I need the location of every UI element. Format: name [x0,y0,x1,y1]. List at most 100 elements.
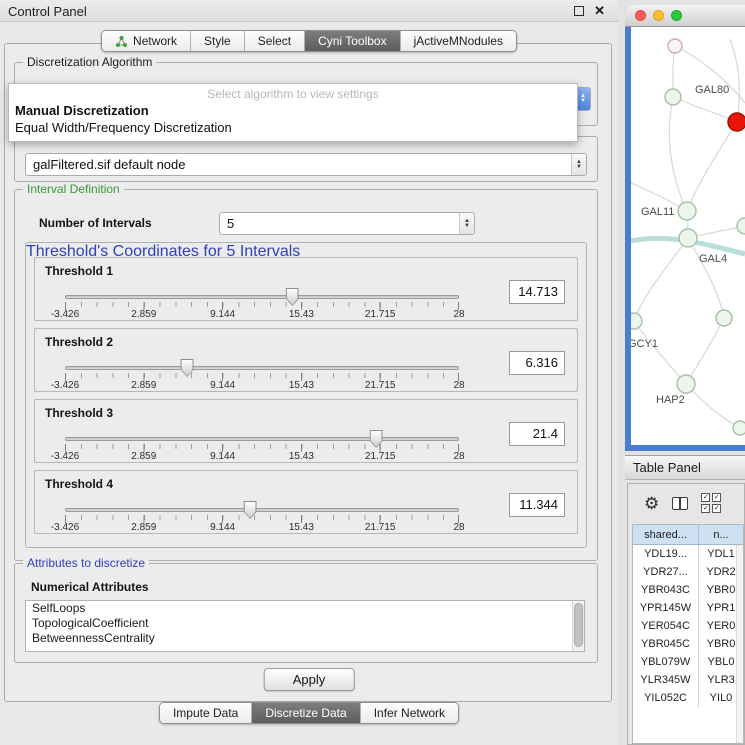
table-row[interactable]: YBR043C YBR0 [633,581,743,599]
popup-option-equal-width[interactable]: Equal Width/Frequency Discretization [9,119,577,136]
network-node[interactable] [733,421,745,435]
tick-label: 28 [453,522,464,533]
network-node[interactable] [716,310,732,326]
list-item[interactable]: SelfLoops [26,601,584,616]
tab-jactivemnodules[interactable]: jActiveMNodules [400,31,516,51]
thresholds-stack: Threshold 1 -3.426 2.859 9.144 15.43 [26,257,586,541]
column-header-shared-name[interactable]: shared... [633,525,699,544]
threshold-label: Threshold 4 [45,477,113,491]
table-data-group: Table Data galFiltered.sif default node … [14,136,598,182]
network-window-titlebar[interactable] [625,5,745,27]
column-header-name[interactable]: n... [699,525,743,544]
list-item[interactable]: TopologicalCoefficient [26,616,584,631]
table-row[interactable]: YIL052C YIL0 [633,689,743,707]
network-node-gal4[interactable] [679,229,697,247]
slider-tick-labels: -3.426 2.859 9.144 15.43 21.715 28 [65,451,459,463]
table-row[interactable]: YDL19... YDL1 [633,545,743,563]
threshold-3-slider[interactable]: -3.426 2.859 9.144 15.43 21.715 28 [65,432,459,462]
slider-track[interactable] [65,366,459,370]
tick-label: 2.859 [131,309,156,320]
network-node-selected[interactable] [728,113,745,131]
tab-infer-network[interactable]: Infer Network [360,703,458,723]
gear-icon[interactable]: ⚙ [644,495,659,512]
tab-label: Network [133,34,177,48]
threshold-4-value-field[interactable]: 11.344 [509,493,565,517]
tab-label: Style [204,34,231,48]
tab-style[interactable]: Style [190,31,244,51]
attributes-list[interactable]: SelfLoops TopologicalCoefficient Between… [25,600,585,652]
tick-label: 21.715 [365,522,396,533]
table-row[interactable]: YLR345W YLR3 [633,671,743,689]
apply-button[interactable]: Apply [264,668,355,691]
threshold-2-panel: Threshold 2 -3.426 2.859 9.144 15.43 [34,328,578,392]
network-node[interactable] [737,218,745,234]
node-label: HAP2 [656,394,685,406]
float-window-icon[interactable] [574,6,584,16]
tab-impute-data[interactable]: Impute Data [160,703,251,723]
thresholds-group: Threshold's Coordinates for 5 Intervals … [25,242,587,548]
popup-option-manual-discretization[interactable]: Manual Discretization [9,102,577,119]
scrollbar-thumb[interactable] [574,603,583,647]
group-legend: Discretization Algorithm [23,55,156,69]
table-row[interactable]: YPR145W YPR1 [633,599,743,617]
select-columns-icon[interactable]: ✓ ✓ ✓ ✓ [701,493,721,513]
slider-track[interactable] [65,437,459,441]
tab-label: Infer Network [374,706,445,720]
tab-label: Select [258,34,291,48]
panel-title: Control Panel [8,4,87,19]
threshold-3-value-field[interactable]: 21.4 [509,422,565,446]
slider-tick-labels: -3.426 2.859 9.144 15.43 21.715 28 [65,522,459,534]
interval-definition-group: Interval Definition Number of Intervals … [14,189,598,561]
tick-label: 15.43 [289,522,314,533]
checkbox-icon: ✓ [701,504,710,513]
network-edge [686,318,724,384]
tab-discretize-data[interactable]: Discretize Data [251,703,359,723]
tab-cyni-toolbox[interactable]: Cyni Toolbox [304,31,399,51]
table-row[interactable]: YBR045C YBR0 [633,635,743,653]
network-node-gcy1[interactable] [631,313,642,329]
slider-track[interactable] [65,508,459,512]
threshold-2-slider[interactable]: -3.426 2.859 9.144 15.43 21.715 28 [65,361,459,391]
tab-select[interactable]: Select [244,31,304,51]
window-minimize-light[interactable] [653,10,664,21]
tick-label: 21.715 [365,380,396,391]
threshold-4-slider[interactable]: -3.426 2.859 9.144 15.43 21.715 28 [65,503,459,533]
tick-label: 9.144 [210,522,235,533]
table-vertical-scrollbar[interactable] [736,545,743,743]
table-row[interactable]: YBL079W YBL0 [633,653,743,671]
network-canvas[interactable]: GAL80 GAL11 GAL4 GCY1 HAP2 [631,27,745,445]
attributes-group: Attributes to discretize Numerical Attri… [14,563,598,663]
table-data-combobox[interactable]: galFiltered.sif default node ▲▼ [25,153,587,176]
threshold-2-value-field[interactable]: 6.316 [509,351,565,375]
number-of-intervals-combobox[interactable]: 5 ▲▼ [219,212,475,235]
list-scrollbar[interactable] [572,601,584,651]
tick-label: 28 [453,309,464,320]
columns-icon[interactable] [672,497,688,510]
node-table: shared... n... YDL19... YDL1 YDR27... YD… [632,524,744,744]
network-node[interactable] [668,39,682,53]
network-node-gal11[interactable] [678,202,696,220]
close-icon[interactable]: ✕ [594,3,605,19]
network-node-hap2[interactable] [677,375,695,393]
table-row[interactable]: YER054C YER0 [633,617,743,635]
threshold-1-slider[interactable]: -3.426 2.859 9.144 15.43 21.715 28 [65,290,459,320]
table-header-row: shared... n... [633,525,743,545]
slider-tick-labels: -3.426 2.859 9.144 15.43 21.715 28 [65,309,459,321]
window-close-light[interactable] [635,10,646,21]
list-item[interactable]: BetweennessCentrality [26,631,584,646]
control-panel: Control Panel ✕ Network [0,0,618,745]
window-zoom-light[interactable] [671,10,682,21]
threshold-label: Threshold 2 [45,335,113,349]
combo-stepper-icon: ▲▼ [459,213,474,234]
tab-network[interactable]: Network [102,31,190,51]
tick-label: -3.426 [51,522,79,533]
tick-label: 2.859 [131,451,156,462]
network-edge [634,321,686,384]
node-label: GAL11 [641,206,674,218]
tick-label: 28 [453,380,464,391]
slider-track[interactable] [65,295,459,299]
threshold-1-value-field[interactable]: 14.713 [509,280,565,304]
table-row[interactable]: YDR27... YDR2 [633,563,743,581]
network-node-gal80[interactable] [665,89,681,105]
slider-tick-labels: -3.426 2.859 9.144 15.43 21.715 28 [65,380,459,392]
